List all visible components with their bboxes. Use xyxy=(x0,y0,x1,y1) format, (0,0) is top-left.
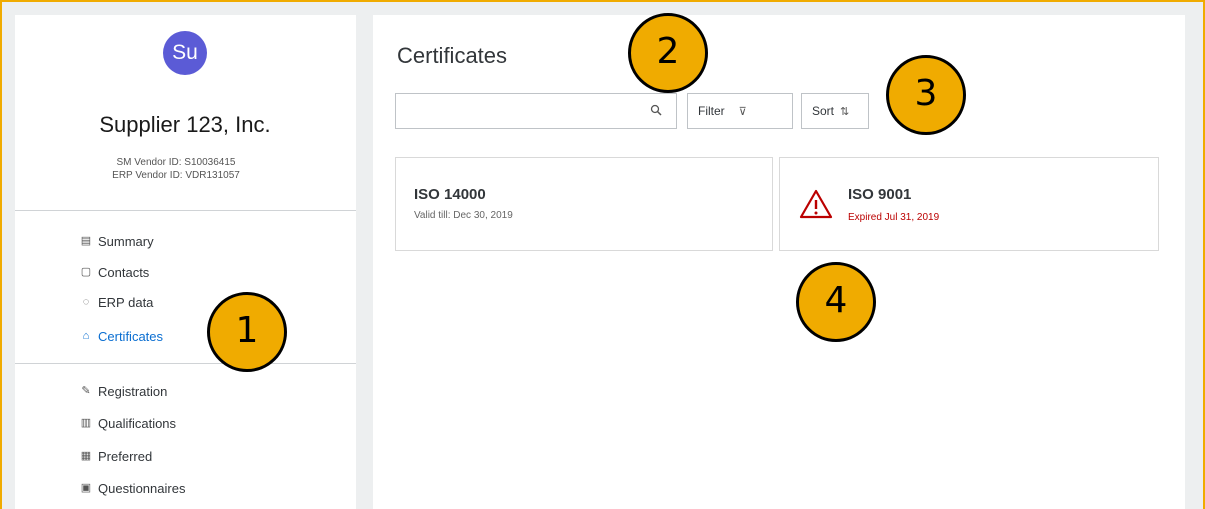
sort-button[interactable]: Sort ⇅ xyxy=(801,93,869,129)
certificate-name: ISO 14000 xyxy=(414,186,486,203)
sidebar-item-questionnaires[interactable]: ▣ Questionnaires xyxy=(80,478,186,498)
sidebar-item-certificates[interactable]: ⌂ Certificates xyxy=(80,326,163,346)
registration-icon: ✎ xyxy=(81,385,91,397)
preferred-icon: ▦ xyxy=(80,450,92,462)
sidebar-item-label: Registration xyxy=(98,383,168,399)
contacts-icon: ▢ xyxy=(80,266,92,278)
sidebar-item-label: Questionnaires xyxy=(98,480,186,496)
sort-icon: ⇅ xyxy=(840,105,850,118)
sidebar-item-label: Qualifications xyxy=(98,415,177,431)
supplier-name: Supplier 123, Inc. xyxy=(99,112,271,137)
callout-badge-2: 2 xyxy=(628,13,708,93)
sm-vendor-id: SM Vendor ID: S10036415 xyxy=(116,157,236,168)
filter-icon: ⊽ xyxy=(738,105,747,118)
supplier-sidebar xyxy=(15,15,356,509)
certificate-name: ISO 9001 xyxy=(848,186,912,203)
sidebar-item-preferred[interactable]: ▦ Preferred xyxy=(80,446,152,466)
sidebar-item-label: Preferred xyxy=(98,448,153,464)
callout-badge-3: 3 xyxy=(886,55,966,135)
callout-badge-4: 4 xyxy=(796,262,876,342)
sidebar-item-label: Summary xyxy=(98,233,154,249)
sort-label: Sort xyxy=(812,104,835,118)
sidebar-item-erp-data[interactable]: ◌ ERP data xyxy=(80,292,154,312)
certificate-card[interactable]: ISO 14000 Valid till: Dec 30, 2019 xyxy=(395,157,773,251)
search-field[interactable] xyxy=(395,93,677,129)
summary-icon: ▤ xyxy=(80,235,92,247)
certificate-status: Valid till: Dec 30, 2019 xyxy=(414,210,513,221)
page-title: Certificates xyxy=(397,43,508,68)
search-input[interactable] xyxy=(396,94,636,128)
erp-data-icon: ◌ xyxy=(82,296,90,308)
search-icon[interactable] xyxy=(650,104,662,116)
erp-vendor-id: ERP Vendor ID: VDR131057 xyxy=(112,170,240,181)
questionnaires-icon: ▣ xyxy=(80,482,92,494)
sidebar-item-qualifications[interactable]: ▥ Qualifications xyxy=(80,413,176,433)
callout-badge-1: 1 xyxy=(207,292,287,372)
certificate-status: Expired Jul 31, 2019 xyxy=(848,212,940,223)
warning-icon xyxy=(799,189,833,219)
sidebar-item-label: Certificates xyxy=(98,328,164,344)
certificate-card[interactable]: ISO 9001 Expired Jul 31, 2019 xyxy=(779,157,1159,251)
sidebar-item-summary[interactable]: ▤ Summary xyxy=(80,231,154,251)
sidebar-item-registration[interactable]: ✎ Registration xyxy=(80,381,167,401)
certificates-panel: Certificates Filter ⊽ Sort ⇅ ISO 14000 V… xyxy=(373,15,1185,509)
sidebar-item-label: ERP data xyxy=(98,294,154,310)
filter-button[interactable]: Filter ⊽ xyxy=(687,93,793,129)
avatar[interactable]: Su xyxy=(163,31,207,75)
vendor-ids: SM Vendor ID: S10036415 ERP Vendor ID: V… xyxy=(0,156,352,182)
sidebar-divider xyxy=(15,210,356,211)
qualifications-icon: ▥ xyxy=(80,417,92,429)
filter-label: Filter xyxy=(698,104,725,118)
sidebar-divider xyxy=(15,363,356,364)
sidebar-item-contacts[interactable]: ▢ Contacts xyxy=(80,262,150,282)
certificates-icon: ⌂ xyxy=(82,330,90,342)
sidebar-item-label: Contacts xyxy=(98,264,150,280)
